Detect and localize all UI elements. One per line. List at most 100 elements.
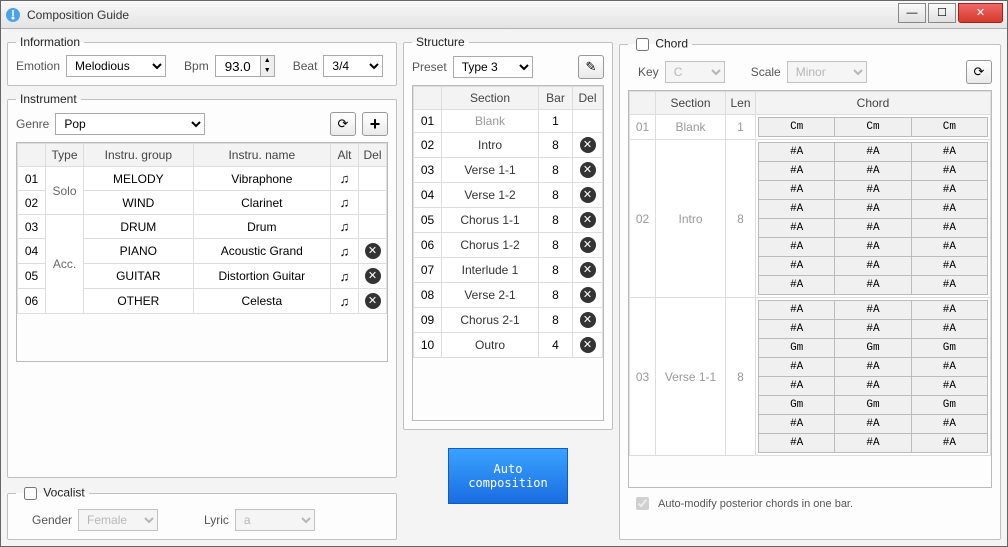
gender-select[interactable]: Female	[78, 509, 158, 531]
close-button[interactable]: ✕	[958, 3, 1003, 23]
cell-del[interactable]: ✕	[573, 158, 603, 183]
preset-select[interactable]: Type 3	[453, 56, 533, 78]
chord-cell[interactable]: #A	[835, 181, 911, 200]
chord-cell[interactable]: #A	[835, 200, 911, 219]
cell-alt[interactable]: ♫	[331, 264, 359, 289]
chord-cell[interactable]: #A	[911, 257, 987, 276]
scale-select[interactable]: Minor	[787, 61, 867, 83]
cell-alt[interactable]: ♫	[331, 215, 359, 239]
cell-del[interactable]	[573, 110, 603, 133]
chord-cell[interactable]: #A	[835, 358, 911, 377]
delete-icon[interactable]: ✕	[580, 187, 596, 203]
chord-cell[interactable]: #A	[835, 143, 911, 162]
minimize-button[interactable]: —	[898, 3, 926, 23]
delete-icon[interactable]: ✕	[580, 287, 596, 303]
delete-icon[interactable]: ✕	[580, 312, 596, 328]
chord-cell[interactable]: #A	[759, 276, 835, 295]
delete-icon[interactable]: ✕	[365, 268, 381, 284]
cell-del[interactable]	[359, 215, 387, 239]
auto-composition-button[interactable]: Auto composition	[448, 448, 568, 504]
delete-icon[interactable]: ✕	[365, 243, 381, 259]
chord-cell[interactable]: #A	[759, 200, 835, 219]
cell-del[interactable]: ✕	[359, 264, 387, 289]
delete-icon[interactable]: ✕	[580, 237, 596, 253]
chord-cell[interactable]: Gm	[835, 396, 911, 415]
delete-icon[interactable]: ✕	[365, 293, 381, 309]
chord-cell[interactable]: #A	[911, 434, 987, 453]
chord-cell[interactable]: #A	[835, 415, 911, 434]
chord-cell[interactable]: #A	[911, 377, 987, 396]
cell-alt[interactable]: ♫	[331, 289, 359, 314]
cell-alt[interactable]: ♫	[331, 191, 359, 215]
chord-enable-checkbox[interactable]	[636, 38, 649, 51]
cell-del[interactable]	[359, 167, 387, 191]
chord-cell[interactable]: #A	[911, 238, 987, 257]
chord-cell[interactable]: #A	[759, 162, 835, 181]
key-select[interactable]: C	[665, 61, 725, 83]
note-icon[interactable]: ♫	[340, 219, 350, 234]
vocalist-enable-checkbox[interactable]	[24, 487, 37, 500]
chord-cell[interactable]: #A	[911, 143, 987, 162]
automod-checkbox[interactable]	[636, 497, 649, 510]
cell-del[interactable]: ✕	[573, 308, 603, 333]
chord-cell[interactable]: Gm	[911, 339, 987, 358]
cell-alt[interactable]: ♫	[331, 239, 359, 264]
chord-cell[interactable]: #A	[911, 358, 987, 377]
note-icon[interactable]: ♫	[340, 294, 350, 309]
note-icon[interactable]: ♫	[340, 171, 350, 186]
note-icon[interactable]: ♫	[340, 195, 350, 210]
delete-icon[interactable]: ✕	[580, 137, 596, 153]
chord-cell[interactable]: Cm	[911, 118, 987, 137]
chord-cell[interactable]: #A	[835, 377, 911, 396]
chord-cell[interactable]: #A	[835, 320, 911, 339]
chord-cell[interactable]: #A	[759, 358, 835, 377]
chord-cell[interactable]: #A	[835, 257, 911, 276]
chord-cell[interactable]: Cm	[759, 118, 835, 137]
chord-cell[interactable]: Gm	[759, 339, 835, 358]
maximize-button[interactable]: ☐	[928, 3, 956, 23]
chord-cell[interactable]: Gm	[759, 396, 835, 415]
cell-del[interactable]: ✕	[573, 183, 603, 208]
chord-cell[interactable]: #A	[911, 320, 987, 339]
cell-del[interactable]: ✕	[359, 289, 387, 314]
chord-cell[interactable]: #A	[759, 415, 835, 434]
beat-select[interactable]: 3/4	[323, 55, 383, 77]
chord-cell[interactable]: #A	[759, 143, 835, 162]
chord-cell[interactable]: #A	[911, 200, 987, 219]
chord-cell[interactable]: #A	[911, 181, 987, 200]
chord-cell[interactable]: #A	[911, 415, 987, 434]
edit-structure-button[interactable]: ✎	[578, 55, 604, 79]
refresh-instrument-button[interactable]: ⟳	[330, 112, 356, 136]
chord-cell[interactable]: #A	[759, 257, 835, 276]
chord-cell[interactable]: #A	[835, 301, 911, 320]
chord-cell[interactable]: #A	[835, 219, 911, 238]
delete-icon[interactable]: ✕	[580, 337, 596, 353]
refresh-chord-button[interactable]: ⟳	[966, 60, 992, 84]
chord-cell[interactable]: #A	[911, 276, 987, 295]
chord-cell[interactable]: #A	[835, 162, 911, 181]
bpm-down[interactable]: ▼	[260, 66, 274, 76]
chord-cell[interactable]: #A	[759, 301, 835, 320]
bpm-spinner[interactable]: ▲▼	[215, 55, 275, 77]
chord-cell[interactable]: #A	[911, 301, 987, 320]
chord-cell[interactable]: #A	[759, 181, 835, 200]
cell-del[interactable]: ✕	[573, 283, 603, 308]
chord-cell[interactable]: #A	[759, 377, 835, 396]
chord-cell[interactable]: #A	[835, 434, 911, 453]
note-icon[interactable]: ♫	[340, 269, 350, 284]
chord-cell[interactable]: #A	[835, 238, 911, 257]
cell-del[interactable]: ✕	[573, 233, 603, 258]
bpm-input[interactable]	[216, 56, 260, 76]
note-icon[interactable]: ♫	[340, 244, 350, 259]
emotion-select[interactable]: Melodious	[66, 55, 166, 77]
delete-icon[interactable]: ✕	[580, 212, 596, 228]
cell-del[interactable]: ✕	[573, 333, 603, 358]
chord-cell[interactable]: #A	[911, 162, 987, 181]
cell-del[interactable]: ✕	[573, 258, 603, 283]
cell-del[interactable]: ✕	[573, 133, 603, 158]
cell-del[interactable]: ✕	[573, 208, 603, 233]
cell-del[interactable]	[359, 191, 387, 215]
delete-icon[interactable]: ✕	[580, 262, 596, 278]
cell-del[interactable]: ✕	[359, 239, 387, 264]
lyric-select[interactable]: a	[235, 509, 315, 531]
